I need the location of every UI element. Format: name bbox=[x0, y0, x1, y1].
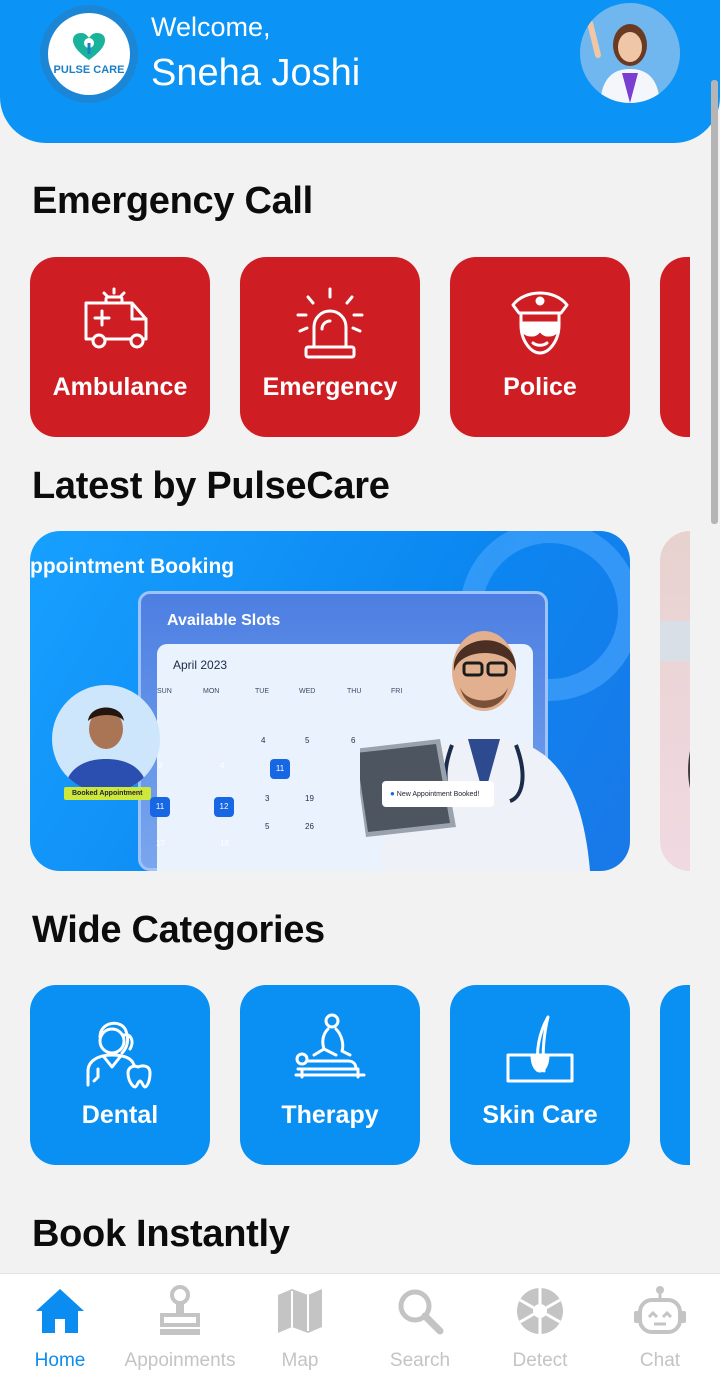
calendar-date: 5 bbox=[305, 736, 310, 745]
calendar-date: 4 bbox=[261, 736, 266, 745]
skin-care-icon bbox=[506, 1015, 574, 1083]
categories-section-title: Wide Categories bbox=[32, 909, 325, 951]
logo-text: PULSE CARE bbox=[53, 64, 125, 76]
nav-search-label: Search bbox=[389, 1350, 451, 1371]
banner-heading: ppointment Booking bbox=[30, 555, 235, 578]
slots-title: Available Slots bbox=[167, 612, 281, 629]
heart-logo-icon bbox=[73, 33, 105, 60]
map-icon bbox=[278, 1289, 322, 1333]
appointment-booking-banner[interactable]: ppointment Booking Available Slots April… bbox=[30, 531, 630, 871]
notification-text: New Appointment Booked! bbox=[396, 791, 480, 798]
emergency-row[interactable]: Ambulance Emergency Police bbox=[30, 257, 690, 437]
emergency-label: Emergency bbox=[262, 373, 398, 401]
calendar-date: 4 bbox=[220, 761, 225, 770]
nav-map-label: Map bbox=[281, 1350, 319, 1371]
dental-icon bbox=[86, 1021, 152, 1089]
dental-card[interactable]: Dental bbox=[30, 985, 210, 1165]
date-chip: 11 bbox=[150, 797, 170, 817]
app-logo: PULSE CARE bbox=[40, 5, 138, 103]
therapy-icon bbox=[294, 1013, 366, 1079]
emergency-card-partial[interactable] bbox=[660, 257, 690, 437]
search-icon bbox=[398, 1289, 444, 1335]
avatar[interactable] bbox=[580, 3, 680, 103]
therapy-label: Therapy bbox=[281, 1101, 379, 1129]
detect-icon bbox=[517, 1288, 563, 1334]
nav-detect[interactable]: Detect bbox=[480, 1284, 600, 1374]
profile-photo bbox=[580, 3, 680, 103]
calendar-date: 6 bbox=[351, 736, 356, 745]
patient-photo bbox=[52, 685, 160, 793]
weekday-sun: SUN bbox=[157, 688, 172, 695]
latest-section-title: Latest by PulseCare bbox=[32, 465, 390, 507]
calendar-date: 19 bbox=[305, 794, 314, 803]
next-banner-partial[interactable] bbox=[660, 531, 690, 871]
calendar-date: 18 bbox=[220, 839, 229, 848]
skin-care-card[interactable]: Skin Care bbox=[450, 985, 630, 1165]
appointments-icon bbox=[160, 1285, 200, 1335]
therapy-card[interactable]: Therapy bbox=[240, 985, 420, 1165]
nav-chat-label: Chat bbox=[639, 1350, 681, 1371]
calendar-month: April 2023 bbox=[173, 658, 228, 672]
date-chip: 12 bbox=[214, 797, 234, 817]
ambulance-card[interactable]: Ambulance bbox=[30, 257, 210, 437]
nav-detect-label: Detect bbox=[512, 1350, 568, 1371]
nav-map[interactable]: Map bbox=[240, 1284, 360, 1374]
bell-icon: ● bbox=[390, 789, 395, 798]
emergency-section-title: Emergency Call bbox=[32, 180, 313, 222]
siren-icon bbox=[296, 287, 364, 359]
ambulance-icon bbox=[84, 287, 148, 349]
bottom-navigation: Home Appoinments Map Search Detect Chat bbox=[0, 1273, 720, 1381]
calendar-date: 5 bbox=[265, 822, 270, 831]
dental-label: Dental bbox=[81, 1101, 159, 1129]
book-section-title: Book Instantly bbox=[32, 1213, 290, 1255]
category-card-partial[interactable] bbox=[660, 985, 690, 1165]
weekday-wed: WED bbox=[299, 688, 316, 695]
calendar-date: 3 bbox=[265, 794, 270, 803]
welcome-text: Welcome, bbox=[151, 12, 271, 42]
nav-home[interactable]: Home bbox=[0, 1284, 120, 1374]
nav-search[interactable]: Search bbox=[360, 1284, 480, 1374]
new-appointment-notification: ● New Appointment Booked! bbox=[382, 781, 494, 807]
user-name: Sneha Joshi bbox=[151, 52, 361, 94]
app-header: PULSE CARE Welcome, Sneha Joshi bbox=[0, 0, 720, 143]
home-icon bbox=[36, 1289, 84, 1333]
scrollbar[interactable] bbox=[711, 80, 718, 524]
nav-appointments[interactable]: Appoinments bbox=[120, 1284, 240, 1374]
booked-appointment-tag: Booked Appointment bbox=[64, 787, 151, 800]
calendar-date: 3 bbox=[158, 761, 163, 770]
categories-row[interactable]: Dental Therapy Skin Care bbox=[30, 985, 690, 1165]
calendar-date: 26 bbox=[305, 822, 314, 831]
weekday-mon: MON bbox=[203, 688, 220, 695]
doctor-illustration bbox=[360, 631, 590, 871]
skin-care-label: Skin Care bbox=[482, 1101, 598, 1129]
latest-carousel[interactable]: ppointment Booking Available Slots April… bbox=[30, 531, 690, 871]
nav-home-label: Home bbox=[34, 1350, 86, 1371]
chat-bot-icon bbox=[634, 1286, 686, 1334]
emergency-card[interactable]: Emergency bbox=[240, 257, 420, 437]
police-label: Police bbox=[503, 373, 577, 401]
ambulance-label: Ambulance bbox=[52, 373, 188, 401]
weekday-tue: TUE bbox=[255, 688, 269, 695]
police-card[interactable]: Police bbox=[450, 257, 630, 437]
calendar-date: 17 bbox=[156, 839, 165, 848]
nav-chat[interactable]: Chat bbox=[600, 1284, 720, 1374]
date-chip: 11 bbox=[270, 759, 290, 779]
police-icon bbox=[511, 291, 569, 355]
nav-appointments-label: Appoinments bbox=[124, 1350, 236, 1371]
home-screen: PULSE CARE Welcome, Sneha Joshi Emergenc… bbox=[0, 0, 720, 1381]
